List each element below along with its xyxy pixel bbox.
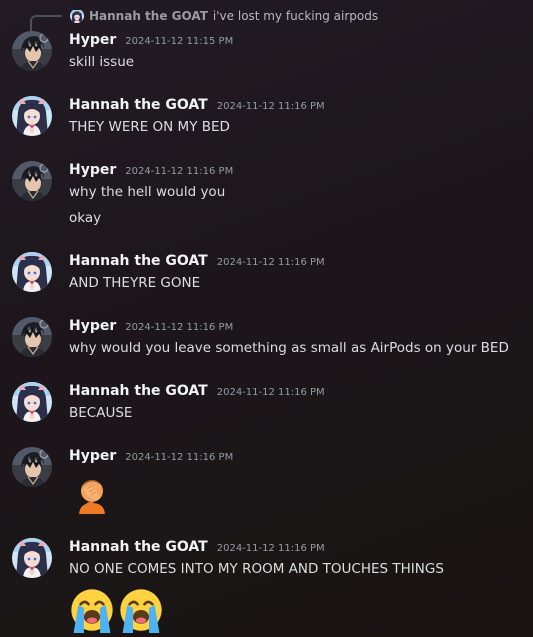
author-name[interactable]: Hannah the GOAT [69, 97, 208, 113]
author-name[interactable]: Hannah the GOAT [69, 383, 208, 399]
message-text: why the hell would you [69, 184, 226, 200]
reply-text[interactable]: i've lost my fucking airpods [213, 9, 378, 23]
reply-avatar[interactable] [70, 9, 84, 23]
reply-spine [30, 15, 62, 31]
message-text: okay [69, 210, 102, 226]
reply-author[interactable]: Hannah the GOAT [89, 9, 208, 23]
message-text: why would you leave something as small a… [69, 340, 509, 356]
timestamp: 2024-11-12 11:16 PM [216, 101, 325, 112]
message-text: THEY WERE ON MY BED [69, 119, 230, 135]
author-name[interactable]: Hyper [69, 32, 116, 48]
avatar[interactable] [12, 161, 52, 201]
timestamp: 2024-11-12 11:16 PM [125, 452, 234, 463]
timestamp: 2024-11-12 11:16 PM [125, 166, 234, 177]
timestamp: 2024-11-12 11:16 PM [216, 387, 325, 398]
chat-messages: Hannah the GOAT i've lost my fucking air… [0, 0, 533, 637]
avatar[interactable] [12, 317, 52, 357]
avatar[interactable] [12, 538, 52, 578]
avatar[interactable] [12, 382, 52, 422]
author-name[interactable]: Hyper [69, 162, 116, 178]
loudly-crying-face-emoji[interactable] [69, 587, 115, 637]
message-text: BECAUSE [69, 405, 133, 421]
message-text: NO ONE COMES INTO MY ROOM AND TOUCHES TH… [69, 561, 444, 577]
avatar[interactable] [12, 447, 52, 487]
author-name[interactable]: Hannah the GOAT [69, 253, 208, 269]
author-name[interactable]: Hannah the GOAT [69, 539, 208, 555]
message-text: skill issue [69, 54, 135, 70]
timestamp: 2024-11-12 11:16 PM [216, 257, 325, 268]
face-palm-emoji[interactable] [72, 472, 112, 520]
timestamp: 2024-11-12 11:15 PM [125, 36, 234, 47]
timestamp: 2024-11-12 11:16 PM [125, 322, 234, 333]
loudly-crying-face-emoji[interactable] [118, 587, 164, 637]
author-name[interactable]: Hyper [69, 318, 116, 334]
author-name[interactable]: Hyper [69, 448, 116, 464]
message-text: AND THEYRE GONE [69, 275, 201, 291]
avatar[interactable] [12, 96, 52, 136]
timestamp: 2024-11-12 11:16 PM [216, 543, 325, 554]
avatar[interactable] [12, 31, 52, 71]
avatar[interactable] [12, 252, 52, 292]
